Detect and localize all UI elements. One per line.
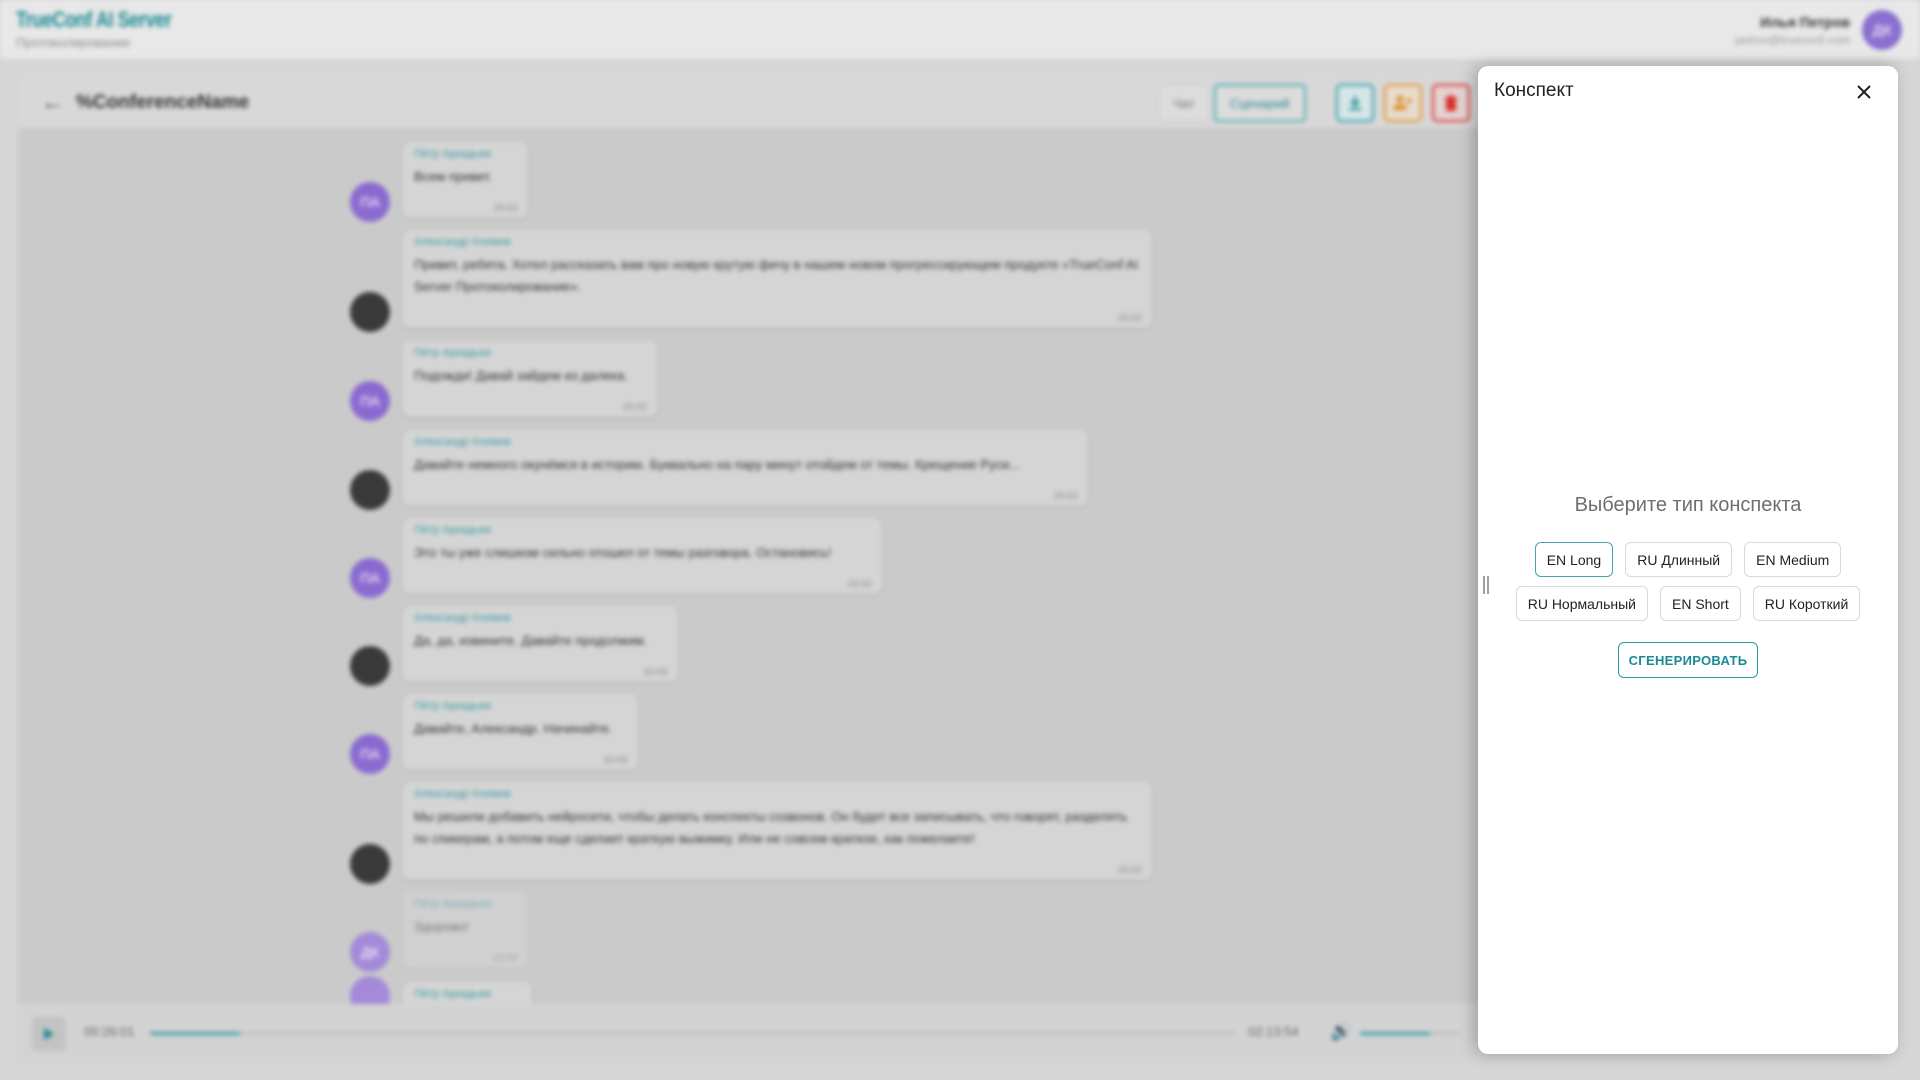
message-avatar: ПА (350, 381, 390, 421)
summary-type-en-long[interactable]: EN Long (1534, 542, 1614, 577)
message-bubble: Пётр Аркадьев Подожди! Давай зайдем из да… (402, 341, 657, 417)
tab-script[interactable]: Сценарий (1213, 84, 1306, 122)
message-author[interactable]: Александр Климов (414, 788, 1140, 800)
message-author[interactable]: Александр Климов (414, 436, 1076, 448)
current-time: 00:26:01 (84, 1024, 135, 1039)
message-author[interactable]: Пётр Аркадьев (414, 700, 626, 712)
summary-type-en-short[interactable]: EN Short (1659, 586, 1741, 621)
message-bubble: Александр Климов Давайте немного окунёмся… (402, 430, 1088, 506)
message-text: Подожди! Давай зайдем из далека. (414, 368, 628, 383)
message-author[interactable]: Пётр Аркадьев (414, 898, 516, 910)
progress-fill (150, 1032, 241, 1035)
message-author[interactable]: Пётр Аркадьев (414, 524, 870, 536)
panel-title: Конспект (1494, 80, 1574, 101)
message-bubble: Александр Климов Мы решили добавить нейро… (402, 782, 1152, 880)
delete-button[interactable] (1432, 84, 1470, 122)
message-text: Привет, ребята. Хотел рассказать вам про… (414, 257, 1139, 294)
logo-title: TrueConf AI Server (16, 7, 172, 32)
summary-panel: Конспект Выберите тип конспекта EN Long … (1478, 66, 1898, 1054)
view-tabs: Чат Сценарий (1158, 84, 1306, 122)
download-button[interactable] (1336, 84, 1374, 122)
message-time: 15:02 (1052, 491, 1078, 502)
back-arrow-icon[interactable]: ← (40, 90, 66, 116)
summary-type-ru-long[interactable]: RU Длинный (1625, 542, 1733, 577)
message-avatar (350, 470, 390, 510)
message-author[interactable]: Александр Климов (414, 236, 1140, 248)
message-author[interactable]: Пётр Аркадьев (414, 347, 645, 359)
user-menu[interactable]: Илья Петров petrov@trueconf.com ДК (1735, 10, 1902, 50)
message-avatar (350, 292, 390, 332)
message-bubble: Пётр Аркадьев Давайте, Александр. Начинай… (402, 694, 638, 770)
conference-title: %ConferenceName (76, 92, 250, 113)
message-text: Давайте немного окунёмся в историю. Букв… (414, 457, 1020, 472)
message-text: Здорово! (414, 919, 469, 934)
message-author[interactable]: Александр Климов (414, 612, 666, 624)
summary-type-options: EN Long RU Длинный EN Medium RU Нормальн… (1478, 542, 1898, 621)
message-text: Это ты уже слишком сильно отошел от темы… (414, 545, 832, 560)
user-avatar[interactable]: ДК (1862, 10, 1902, 50)
generate-button[interactable]: СГЕНЕРИРОВАТЬ (1618, 642, 1758, 678)
message-text: Мы решили добавить нейросети, чтобы дела… (414, 809, 1128, 846)
summary-type-prompt: Выберите тип конспекта (1574, 494, 1802, 516)
message-time: 15:02 (1116, 865, 1142, 876)
play-button[interactable] (32, 1017, 66, 1051)
message-time: 15:02 (492, 203, 518, 214)
message-bubble: Александр Климов Да, да, извините. Давайт… (402, 606, 678, 682)
add-participant-button[interactable] (1384, 84, 1422, 122)
summary-type-ru-normal[interactable]: RU Нормальный (1515, 586, 1648, 621)
message-bubble: Александр Климов Привет, ребята. Хотел ра… (402, 230, 1152, 328)
progress-track[interactable] (150, 1032, 1236, 1035)
play-icon (44, 1028, 54, 1040)
top-bar: TrueConf AI Server Протоколирование Илья… (0, 0, 1920, 60)
message-time: 15:02 (846, 579, 872, 590)
message-time: 15:02 (642, 667, 668, 678)
close-button[interactable] (1850, 78, 1878, 106)
message-text: Всем привет. (414, 169, 493, 184)
volume-track[interactable] (1360, 1032, 1460, 1035)
message-avatar: ПА (350, 734, 390, 774)
message-avatar: ПА (350, 558, 390, 598)
trash-icon (1445, 95, 1457, 111)
volume-fill (1360, 1032, 1430, 1035)
message-avatar: ПА (350, 182, 390, 222)
volume-icon[interactable]: 🔊 (1330, 1021, 1352, 1042)
message-time: 15:02 (492, 953, 518, 964)
summary-type-en-medium[interactable]: EN Medium (1744, 542, 1842, 577)
logo: TrueConf AI Server Протоколирование (16, 7, 205, 50)
tab-chat[interactable]: Чат (1158, 84, 1210, 122)
summary-type-ru-short[interactable]: RU Короткий (1752, 586, 1861, 621)
message-time: 15:02 (621, 402, 647, 413)
message-author[interactable]: Пётр Аркадьев (414, 148, 516, 160)
message-bubble: Пётр Аркадьев Всем привет. 15:02 (402, 142, 528, 218)
message-text: Давайте, Александр. Начинайте. (414, 721, 613, 736)
user-email: petrov@trueconf.com (1735, 32, 1850, 47)
download-icon (1349, 96, 1361, 111)
message-avatar: ДК (350, 932, 390, 972)
message-text: Да, да, извините. Давайте продолжим. (414, 633, 648, 648)
user-name: Илья Петров (1760, 13, 1850, 30)
message-author[interactable]: Пётр Аркадьев (414, 988, 520, 1000)
message-bubble: Пётр Аркадьев Здорово! 15:02 (402, 892, 528, 968)
message-avatar (350, 844, 390, 884)
message-time: 15:02 (1116, 313, 1142, 324)
add-user-icon (1393, 95, 1412, 110)
message-time: 15:02 (602, 755, 628, 766)
logo-subtitle: Протоколирование (16, 35, 131, 50)
close-icon (1857, 85, 1871, 99)
total-time: 02:13:54 (1248, 1024, 1299, 1039)
message-avatar (350, 646, 390, 686)
message-bubble: Пётр Аркадьев Это ты уже слишком сильно о… (402, 518, 882, 594)
